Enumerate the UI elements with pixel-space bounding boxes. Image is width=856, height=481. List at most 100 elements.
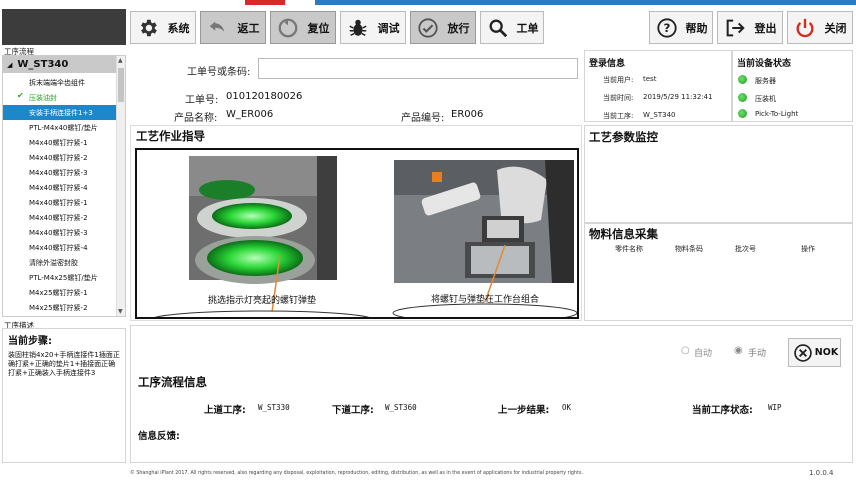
device-server-label: 服务器 (755, 77, 776, 85)
current-status-label: 当前工序状态: (692, 405, 753, 416)
material-col-barcode: 物料条码 (675, 245, 703, 253)
release-button[interactable]: 放行 (410, 11, 476, 44)
current-station-value: W_ST340 (643, 111, 676, 119)
device-ptl-label: Pick-To-Light (755, 110, 799, 118)
step-desc-text: 装固柱销4x20+手柄连接件1插面正确打紧+正确的垫片1+插接面正确打紧+正确装… (8, 351, 120, 377)
current-time-label: 当前时间: (603, 94, 634, 102)
prev-station-value: W_ST330 (258, 403, 290, 412)
tree-item[interactable]: ✔ 压装油封 (3, 90, 117, 105)
material-panel: 物料信息采集 零件名称 物料条码 批次号 操作 (584, 223, 853, 321)
tree-item[interactable]: M4x40螺钉拧紧-3 (3, 225, 117, 240)
tree-scroll-thumb[interactable] (118, 68, 124, 102)
tree-item-label: M4x25螺钉拧紧-1 (29, 288, 88, 297)
system-button-label: 系统 (167, 21, 190, 35)
status-dot-ptl (738, 109, 747, 118)
tree-item[interactable]: PTL-M4x25螺钉/垫片 (3, 270, 117, 285)
rework-arrow-icon (204, 14, 232, 42)
product-number-value: ER006 (451, 109, 484, 120)
order-number-label: 工单号: (185, 95, 219, 106)
logo-area (2, 9, 126, 45)
order-number-value: 010120180026 (226, 91, 303, 102)
tree-item[interactable]: M4x40螺钉拧紧-1 (3, 195, 117, 210)
device-status-title: 当前设备状态 (737, 59, 792, 69)
tree-item[interactable]: M4x40螺钉拧紧-2 (3, 210, 117, 225)
nok-button-label: NOK (814, 347, 839, 358)
tree-item-label: M4x25螺钉拧紧-2 (29, 303, 88, 312)
barcode-label: 工单号或条码: (187, 67, 251, 78)
nok-button[interactable]: NOK (788, 338, 841, 367)
tree-item[interactable]: PTL-M4x40螺钉/垫片 (3, 120, 117, 135)
next-station-label: 下道工序: (332, 405, 374, 416)
scroll-down-icon[interactable]: ▼ (118, 308, 123, 315)
tree-item-label: PTL-M4x40螺钉/垫片 (29, 123, 98, 132)
logout-button-label: 登出 (754, 21, 777, 35)
tree-item-label: M4x40螺钉拧紧-4 (29, 183, 88, 192)
tree-root-node[interactable]: ◢ W_ST340 (3, 56, 117, 73)
top-accent-stripe (0, 0, 856, 5)
feedback-label: 信息反馈: (138, 431, 180, 442)
logout-button[interactable]: 登出 (717, 11, 783, 44)
product-name-label: 产品名称: (174, 113, 218, 124)
release-button-label: 放行 (447, 21, 470, 35)
tree-item[interactable]: 拆末端端伞齿组件 (3, 75, 117, 90)
flow-info-title: 工序流程信息 (138, 375, 207, 389)
material-col-action: 操作 (801, 245, 815, 253)
tree-item[interactable]: M4x40螺钉拧紧-2 (3, 150, 117, 165)
barcode-input[interactable] (258, 58, 578, 79)
system-button[interactable]: 系统 (130, 11, 196, 44)
param-monitor-title: 工艺参数监控 (589, 130, 658, 144)
tree-item[interactable]: M4x25螺钉拧紧-1 (3, 285, 117, 300)
auto-radio[interactable]: ○ (681, 345, 690, 356)
debug-button-label: 调试 (377, 21, 400, 35)
login-info-title: 登录信息 (589, 59, 626, 69)
last-result-value: OK (562, 403, 572, 412)
tree-root-label: W_ST340 (17, 59, 69, 70)
work-order-button-label: 工单 (516, 21, 539, 35)
close-button-label: 关闭 (824, 21, 847, 35)
tree-item[interactable]: M4x40螺钉拧紧-1 (3, 135, 117, 150)
help-button[interactable]: ? 帮助 (649, 11, 713, 44)
tree-item-label: 拆末端端伞齿组件 (29, 78, 85, 87)
tree-scrollbar[interactable]: ▲ ▼ (116, 56, 125, 316)
next-station-value: W_ST360 (385, 403, 417, 412)
step-desc-panel: 当前步骤: 装固柱销4x20+手柄连接件1插面正确打紧+正确的垫片1+插接面正确… (2, 328, 126, 463)
material-col-part-name: 零件名称 (615, 245, 643, 253)
debug-button[interactable]: 调试 (340, 11, 406, 44)
current-status-value: WIP (768, 403, 782, 412)
material-col-batch: 批次号 (735, 245, 756, 253)
process-tree: ◢ W_ST340 拆末端端伞齿组件 ✔ 压装油封 安装手柄连接件1+3 PTL-M4x… (2, 55, 126, 317)
prev-station-label: 上道工序: (204, 405, 246, 416)
reset-icon (274, 14, 302, 42)
collapse-triangle-icon: ◢ (7, 60, 13, 69)
flow-panel: ○ 自动 ◉ 手动 NOK 工序流程信息 上道工序: W_ST330 下道工序:… (130, 325, 853, 463)
bug-icon (344, 14, 372, 42)
tree-item[interactable]: M4x25螺钉拧紧-2 (3, 300, 117, 315)
work-order-button[interactable]: 工单 (480, 11, 544, 44)
tree-item-label: PTL-M4x25螺钉/垫片 (29, 273, 98, 282)
current-station-label: 当前工序: (603, 112, 634, 120)
close-button[interactable]: 关闭 (787, 11, 853, 44)
scroll-up-icon[interactable]: ▲ (118, 57, 123, 64)
tree-item-label: 清除外溢密封胶 (29, 258, 78, 267)
tree-item[interactable]: 安装手柄连接件1+3 (3, 105, 117, 120)
reset-button[interactable]: 复位 (270, 11, 336, 44)
tree-item[interactable]: M4x40螺钉拧紧-4 (3, 240, 117, 255)
version-label: 1.0.0.4 (809, 469, 834, 477)
device-status-panel: 当前设备状态 服务器 压装机 Pick-To-Light (732, 50, 853, 122)
status-dot-press (738, 93, 747, 102)
product-number-label: 产品编号: (401, 113, 445, 124)
tree-item[interactable]: M4x40螺钉拧紧-4 (3, 180, 117, 195)
device-press-label: 压装机 (755, 95, 776, 103)
param-monitor-panel: 工艺参数监控 (584, 125, 853, 223)
tree-item-label: M4x40螺钉拧紧-4 (29, 243, 88, 252)
cancel-circle-icon (793, 343, 813, 363)
current-time-value: 2019/5/29 11:32:41 (643, 93, 713, 101)
product-name-value: W_ER006 (226, 109, 274, 120)
logout-icon (721, 14, 749, 42)
check-circle-icon (414, 14, 442, 42)
tree-item[interactable]: 清除外溢密封胶 (3, 255, 117, 270)
rework-button[interactable]: 返工 (200, 11, 266, 44)
manual-radio-selected[interactable]: ◉ (734, 345, 743, 356)
tree-item[interactable]: M4x40螺钉拧紧-3 (3, 165, 117, 180)
tree-item-label: M4x40螺钉拧紧-2 (29, 213, 88, 222)
